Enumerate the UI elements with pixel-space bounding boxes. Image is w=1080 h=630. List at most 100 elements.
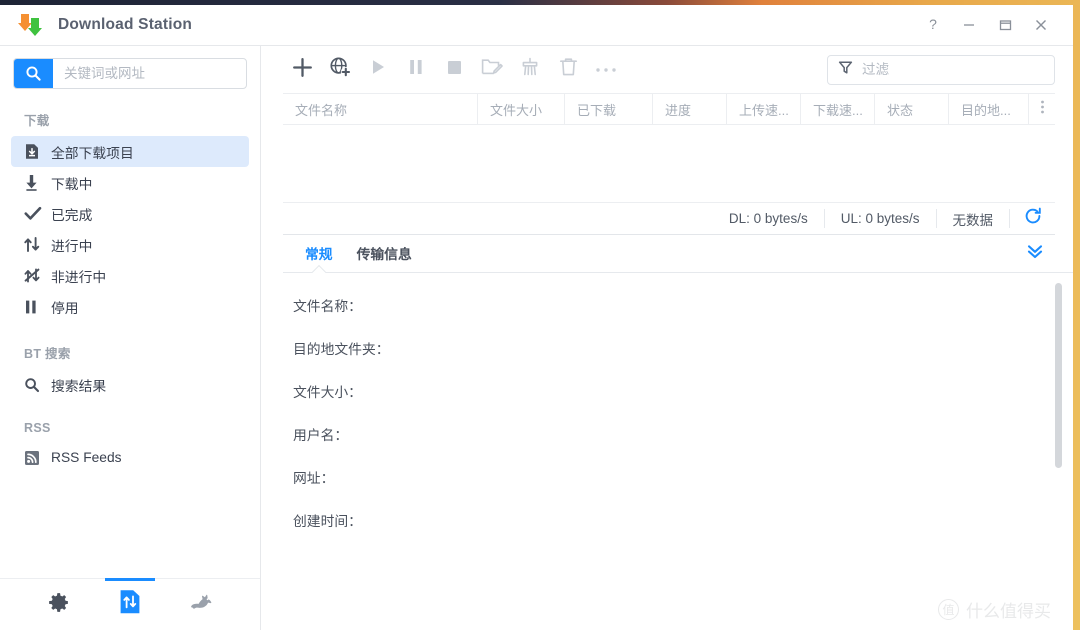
search-box[interactable] — [13, 58, 247, 89]
column-header-status[interactable]: 状态 — [875, 94, 949, 124]
edit-destination-button[interactable] — [473, 51, 511, 89]
sidebar-item-label: 全部下载项目 — [51, 145, 134, 161]
column-header-downloaded[interactable]: 已下载 — [565, 94, 653, 124]
nav-group-title-rss: RSS — [24, 421, 51, 435]
downloading-icon — [24, 174, 48, 191]
column-header-download-speed[interactable]: 下载速... — [801, 94, 875, 124]
sidebar-item-label: 进行中 — [51, 238, 93, 254]
svg-text:?: ? — [929, 17, 937, 32]
column-header-progress[interactable]: 进度 — [653, 94, 727, 124]
sidebar-bottom-toolbar — [0, 578, 260, 630]
globe-plus-icon — [329, 56, 351, 83]
search-icon — [24, 377, 48, 393]
download-arrows-icon — [18, 12, 44, 38]
column-header-upload-speed[interactable]: 上传速... — [727, 94, 801, 124]
sidebar-item-all-downloads[interactable]: 全部下载项目 — [11, 136, 249, 167]
pause-button[interactable] — [397, 51, 435, 89]
close-button[interactable] — [1023, 10, 1059, 40]
status-bar: DL: 0 bytes/s UL: 0 bytes/s 无数据 — [283, 202, 1055, 235]
minimize-button[interactable] — [951, 10, 987, 40]
sidebar-item-search-results[interactable]: 搜索结果 — [11, 369, 249, 400]
scrollbar-thumb[interactable] — [1054, 283, 1062, 468]
transfer-arrows-icon — [118, 589, 142, 620]
pause-icon — [24, 299, 48, 315]
collapse-detail-button[interactable] — [1015, 242, 1055, 272]
detail-panel: 文件名称： 目的地文件夹： 文件大小： 用户名： 网址： 创建时间： — [261, 273, 1073, 630]
sidebar-item-paused[interactable]: 停用 — [11, 291, 249, 322]
sidebar-item-label: 已完成 — [51, 207, 93, 223]
settings-button[interactable] — [28, 579, 88, 630]
trash-icon — [559, 57, 578, 82]
tab-general[interactable]: 常规 — [293, 243, 345, 272]
clear-completed-button[interactable] — [511, 51, 549, 89]
refresh-button[interactable] — [1009, 207, 1055, 230]
sidebar-item-label: 下载中 — [51, 176, 93, 192]
double-chevron-down-icon — [1025, 245, 1045, 264]
detail-field-username: 用户名： — [293, 428, 349, 443]
detail-tabs: 常规 传输信息 — [283, 235, 1073, 273]
folder-edit-icon — [481, 57, 503, 82]
window-body: 下载 全部下载项目 — [0, 46, 1073, 630]
column-header-filename[interactable]: 文件名称 — [283, 94, 478, 124]
title-bar: Download Station ? — [0, 5, 1073, 46]
column-header-filesize[interactable]: 文件大小 — [478, 94, 565, 124]
rss-icon — [24, 450, 48, 466]
inactive-transfer-icon — [24, 267, 48, 284]
filter-box[interactable] — [827, 54, 1055, 85]
help-button[interactable]: ? — [915, 10, 951, 40]
ellipsis-icon — [595, 61, 617, 79]
delete-button[interactable] — [549, 51, 587, 89]
search-input[interactable] — [53, 59, 246, 88]
sidebar-item-active[interactable]: 进行中 — [11, 229, 249, 260]
active-transfer-icon — [24, 236, 48, 253]
download-station-window: Download Station ? 关键词或网址 下载 全部下载项目 下载中 … — [0, 5, 1073, 630]
nav-group-title-bt-search: BT 搜索 — [24, 347, 71, 361]
download-speed-status: DL: 0 bytes/s — [728, 211, 808, 226]
column-header-destination[interactable]: 目的地... — [949, 94, 1029, 124]
refresh-icon — [1024, 207, 1042, 230]
emule-donkey-icon — [188, 591, 216, 618]
play-icon — [369, 58, 387, 81]
add-task-button[interactable] — [283, 51, 321, 89]
emule-button[interactable] — [172, 579, 232, 630]
search-icon[interactable] — [14, 59, 53, 88]
detail-scrollbar[interactable] — [1053, 283, 1063, 604]
more-actions-button[interactable] — [587, 51, 625, 89]
resume-button[interactable] — [359, 51, 397, 89]
sidebar-item-rss-feeds[interactable]: RSS Feeds — [11, 442, 249, 473]
main-panel: 文件名称 文件大小 已下载 进度 上传速... 下载速... 状态 目的地... — [261, 46, 1073, 630]
sidebar-item-downloading[interactable]: 下载中 — [11, 167, 249, 198]
detail-field-destination: 目的地文件夹： — [293, 342, 390, 357]
transfers-button[interactable] — [100, 578, 160, 630]
detail-field-created-time: 创建时间： — [293, 514, 362, 529]
no-data-status: 无数据 — [935, 209, 1010, 228]
filter-input[interactable] — [862, 62, 1044, 77]
vertical-dots-icon — [1040, 99, 1045, 120]
sidebar-item-label: 搜索结果 — [51, 378, 107, 394]
task-list-empty[interactable] — [283, 125, 1055, 202]
column-options-button[interactable] — [1029, 94, 1055, 124]
sidebar-item-label: 非进行中 — [51, 269, 107, 285]
maximize-button[interactable] — [987, 10, 1023, 40]
all-downloads-icon — [24, 143, 48, 160]
stop-icon — [446, 59, 463, 81]
upload-speed-status: UL: 0 bytes/s — [823, 209, 936, 228]
window-controls: ? — [915, 10, 1073, 40]
add-url-button[interactable] — [321, 51, 359, 89]
detail-field-url: 网址： — [293, 471, 335, 486]
plus-icon — [292, 57, 313, 83]
detail-field-filename: 文件名称： — [293, 299, 362, 314]
sidebar-item-inactive[interactable]: 非进行中 — [11, 260, 249, 291]
sidebar-item-label: 停用 — [51, 300, 79, 316]
completed-check-icon — [24, 205, 48, 222]
sidebar-item-label: RSS Feeds — [51, 450, 122, 465]
sidebar-content: 下载 全部下载项目 — [0, 46, 260, 578]
pause-icon — [408, 58, 424, 81]
stop-button[interactable] — [435, 51, 473, 89]
sidebar: 下载 全部下载项目 — [0, 46, 261, 630]
detail-field-list: 文件名称： 目的地文件夹： 文件大小： 用户名： 网址： 创建时间： — [261, 273, 1053, 630]
filter-funnel-icon — [838, 60, 853, 80]
sidebar-item-completed[interactable]: 已完成 — [11, 198, 249, 229]
task-toolbar — [261, 46, 1073, 93]
tab-transfer-info[interactable]: 传输信息 — [345, 243, 424, 272]
